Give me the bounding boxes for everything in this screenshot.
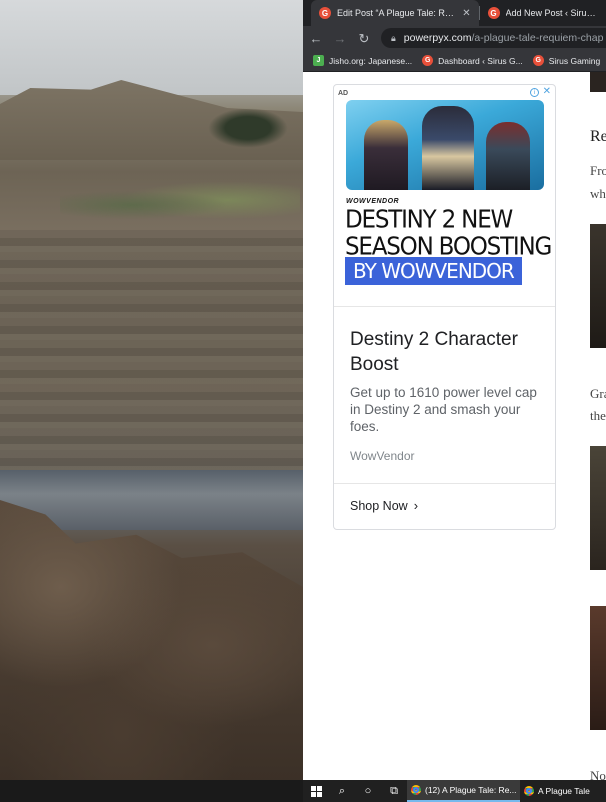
ad-shop-now-button[interactable]: Shop Now › [350, 498, 418, 513]
taskbar-app-chrome-2[interactable]: A Plague Tale [520, 780, 594, 802]
wallpaper-rock-wall [0, 230, 303, 470]
jisho-icon: J [313, 55, 324, 66]
taskbar-app-chrome[interactable]: (12) A Plague Tale: Re... [407, 780, 520, 802]
reload-icon[interactable]: ↻ [357, 32, 371, 45]
article-paragraph: the [590, 408, 606, 423]
bookmark-jisho[interactable]: J Jisho.org: Japanese... [313, 55, 412, 66]
tab-strip: G Edit Post “A Plague Tale: Requiem ✕ G … [303, 0, 606, 26]
sirus-favicon-icon: G [319, 7, 331, 19]
ad-description: Get up to 1610 power level cap in Destin… [350, 385, 537, 434]
forward-arrow-icon[interactable]: → [333, 32, 347, 45]
ad-artwork [346, 100, 544, 190]
bookmark-label: Jisho.org: Japanese... [329, 55, 413, 66]
ad-character-3 [486, 122, 530, 190]
sirus-icon: G [422, 55, 434, 66]
address-bar[interactable]: 🔒︎ powerpyx.com/a-plague-tale-requiem-ch… [381, 28, 606, 48]
article-paragraph: wh [590, 186, 606, 201]
page-content: AD i ✕ WOWVENDOR DESTINY 2 NEW SEASON BO… [303, 72, 606, 780]
article-image [590, 224, 606, 348]
tab-add-new-post[interactable]: G Add New Post ‹ Sirus Ga [480, 0, 606, 26]
tab-edit-post[interactable]: G Edit Post “A Plague Tale: Requiem ✕ [311, 0, 479, 26]
url-text: powerpyx.com/a-plague-tale-requiem-chap [404, 32, 604, 44]
ad-headline: DESTINY 2 NEW SEASON BOOSTING [345, 205, 552, 261]
back-arrow-icon[interactable]: ← [309, 32, 323, 45]
article-image [590, 446, 606, 570]
article-paragraph: No [590, 768, 606, 780]
taskbar-app-label: (12) A Plague Tale: Re... [425, 785, 517, 795]
browser-toolbar: ← → ↻ 🔒︎ powerpyx.com/a-plague-tale-requ… [303, 26, 606, 50]
ad-character-1 [364, 120, 408, 190]
bookmarks-bar: J Jisho.org: Japanese... G Dashboard ‹ S… [303, 50, 606, 72]
ad-title[interactable]: Destiny 2 Character Boost [350, 327, 540, 377]
bookmark-sirus-gaming[interactable]: G Sirus Gaming [532, 55, 601, 66]
bookmark-label: Dashboard ‹ Sirus G... [438, 55, 523, 66]
ad-headline-pill: BY WOWVENDOR [345, 257, 522, 285]
sirus-favicon-icon: G [487, 7, 500, 19]
wallpaper-sky [0, 0, 303, 95]
windows-taskbar: ⌕ ○ ⧉ (12) A Plague Tale: Re... A Plague… [303, 780, 606, 802]
article-heading: Re [590, 128, 606, 145]
bookmark-label: Sirus Gaming [548, 55, 601, 66]
ad-advertiser: WowVendor [350, 449, 415, 463]
article-image [590, 72, 606, 92]
ad-character-2 [422, 106, 474, 190]
search-icon[interactable]: ⌕ [329, 780, 355, 802]
ad-brand-logo: WOWVENDOR [346, 198, 400, 205]
task-view-icon[interactable]: ⧉ [381, 780, 407, 802]
article-column: Re Fro wh Gra the No [589, 72, 606, 780]
ad-label: AD [338, 90, 349, 97]
tab-title: Add New Post ‹ Sirus Ga [505, 8, 598, 18]
chrome-icon [411, 785, 421, 795]
wallpaper-rocks [0, 500, 303, 780]
bookmark-dashboard[interactable]: G Dashboard ‹ Sirus G... [422, 55, 523, 66]
lock-icon: 🔒︎ [391, 32, 396, 43]
ad-info-icon[interactable]: i [530, 88, 539, 97]
tab-close-icon[interactable]: ✕ [462, 8, 470, 19]
cortana-icon[interactable]: ○ [355, 780, 381, 802]
wallpaper-tree [208, 108, 288, 148]
windows-start-icon[interactable] [303, 780, 329, 802]
ad-headline-line1: DESTINY 2 NEW [345, 205, 513, 234]
chrome-icon [524, 786, 534, 796]
taskbar-app-label: A Plague Tale [538, 786, 590, 796]
display-ad[interactable]: AD i ✕ WOWVENDOR DESTINY 2 NEW SEASON BO… [333, 84, 556, 530]
chevron-right-icon: › [413, 498, 419, 513]
wallpaper-foliage [60, 180, 300, 230]
article-paragraph: Fro [590, 163, 606, 178]
article-image [590, 606, 606, 730]
ad-close-icon[interactable]: ✕ [543, 86, 551, 97]
browser-window: G Edit Post “A Plague Tale: Requiem ✕ G … [303, 0, 606, 780]
sirus-icon: G [532, 55, 544, 66]
article-paragraph: Gra [590, 386, 606, 401]
ad-cta-label: Shop Now [350, 498, 408, 513]
tab-title: Edit Post “A Plague Tale: Requiem [337, 8, 456, 18]
ad-banner-image[interactable]: AD i ✕ WOWVENDOR DESTINY 2 NEW SEASON BO… [334, 85, 555, 307]
url-path: /a-plague-tale-requiem-chap [471, 32, 604, 44]
desktop-wallpaper [0, 0, 303, 780]
ad-divider [334, 483, 555, 484]
url-host: powerpyx.com [403, 32, 472, 44]
